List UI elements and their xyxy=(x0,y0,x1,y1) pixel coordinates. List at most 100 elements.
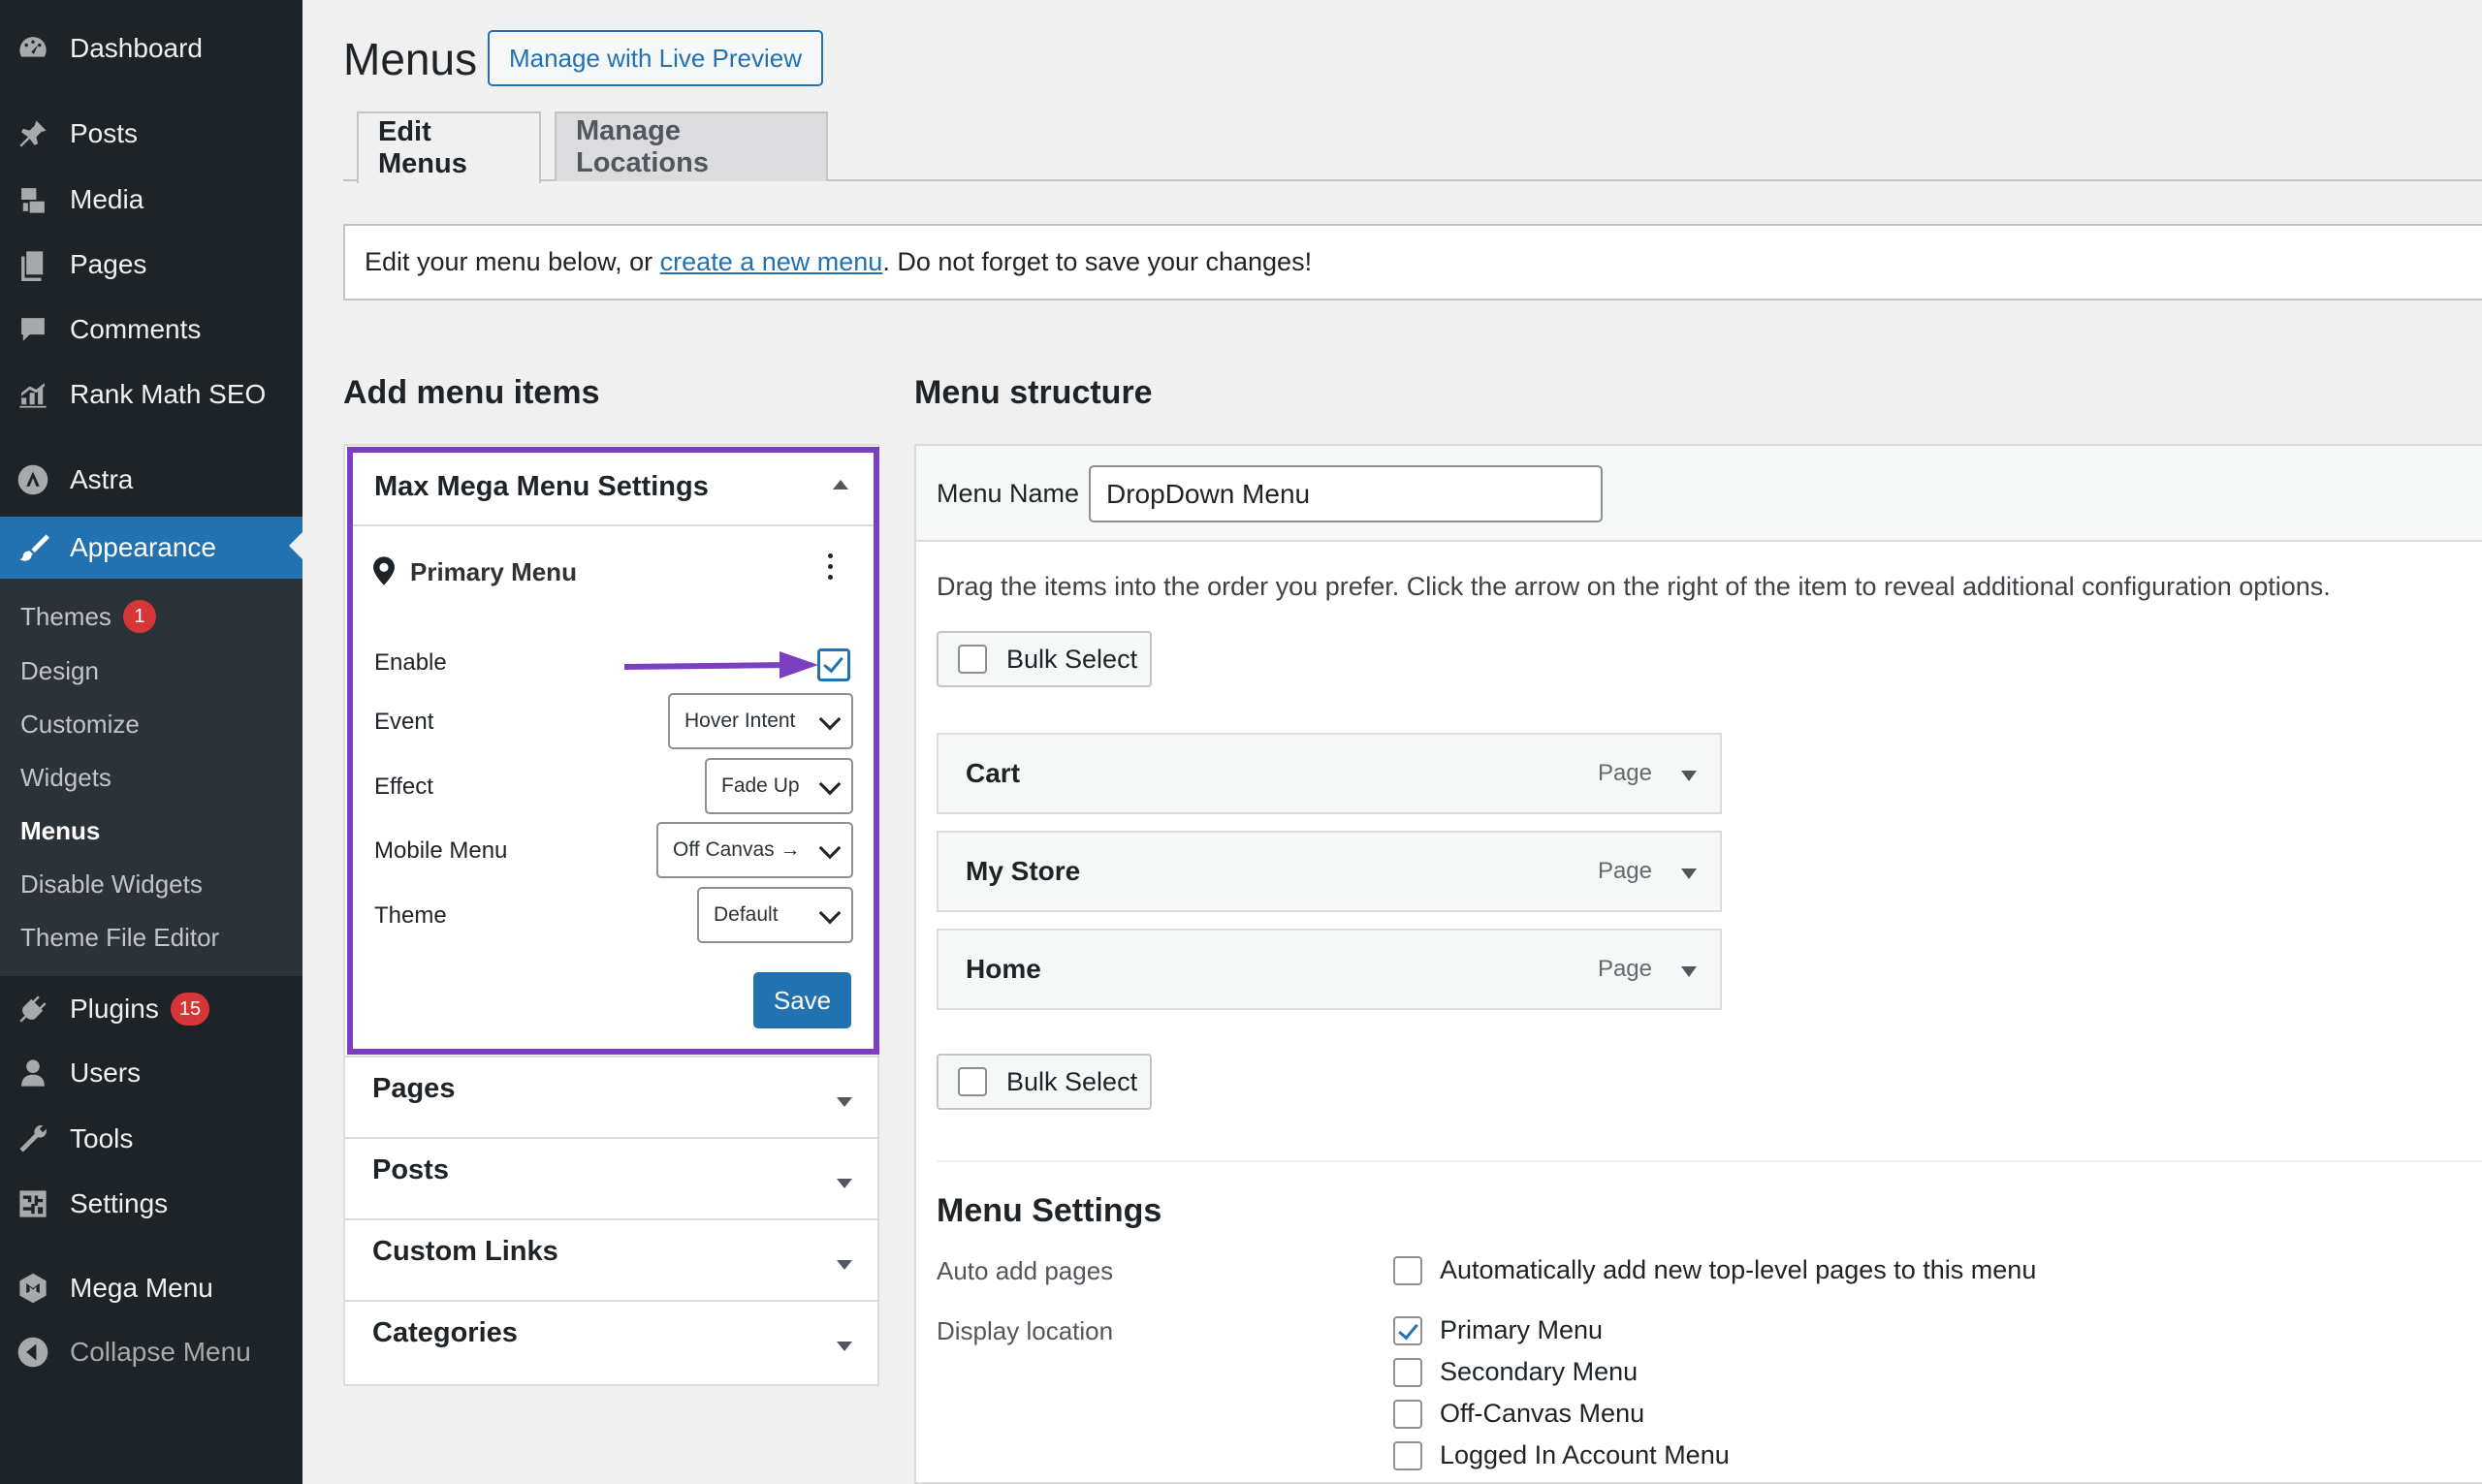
sidebar-item-label: Mega Menu xyxy=(70,1273,213,1303)
sidebar-item-comments[interactable]: Comments xyxy=(0,300,302,359)
sidebar-item-label: Posts xyxy=(70,118,139,148)
chevron-down-icon[interactable] xyxy=(837,1179,852,1188)
bulk-select-top[interactable]: Bulk Select xyxy=(937,631,1152,687)
location-checkbox[interactable] xyxy=(1393,1315,1422,1345)
user-icon xyxy=(16,1056,50,1090)
more-options-icon[interactable] xyxy=(828,553,834,583)
event-select[interactable]: Hover Intent xyxy=(668,693,853,749)
menu-item-home[interactable]: Home Page xyxy=(937,929,1722,1010)
collapse-menu-button[interactable]: Collapse Menu xyxy=(0,1323,302,1381)
expand-arrow-icon[interactable] xyxy=(1681,868,1697,879)
submenu-label: Widgets xyxy=(20,763,111,792)
auto-add-pages-label: Auto add pages xyxy=(937,1256,1114,1285)
location-checkbox[interactable] xyxy=(1393,1399,1422,1429)
expand-arrow-icon[interactable] xyxy=(1681,966,1697,977)
max-mega-menu-settings-panel: Max Mega Menu Settings Primary Menu Enab… xyxy=(347,447,879,1055)
sidebar-item-label: Users xyxy=(70,1058,142,1088)
sidebar-item-rank-math[interactable]: Rank Math SEO xyxy=(0,365,302,424)
submenu-themes[interactable]: Themes 1 xyxy=(20,600,156,633)
sidebar-item-settings[interactable]: Settings xyxy=(0,1175,302,1233)
sidebar-item-tools[interactable]: Tools xyxy=(0,1110,302,1168)
divider xyxy=(937,1160,2482,1162)
sidebar-item-astra[interactable]: Astra xyxy=(0,451,302,509)
submenu-customize[interactable]: Customize xyxy=(20,710,140,740)
bulk-select-bottom[interactable]: Bulk Select xyxy=(937,1054,1152,1110)
location-secondary-menu[interactable]: Secondary Menu xyxy=(1393,1357,1638,1387)
location-primary-menu[interactable]: Primary Menu xyxy=(1393,1315,1603,1345)
bulk-select-label: Bulk Select xyxy=(1006,1066,1138,1096)
accordion-categories[interactable]: Categories xyxy=(372,1317,518,1349)
option-label: Automatically add new top-level pages to… xyxy=(1440,1255,2037,1284)
chevron-down-icon[interactable] xyxy=(837,1260,852,1270)
chevron-down-icon[interactable] xyxy=(837,1097,852,1107)
drag-instructions: Drag the items into the order you prefer… xyxy=(937,572,2331,601)
submenu-label: Disable Widgets xyxy=(20,869,203,899)
add-menu-items-heading: Add menu items xyxy=(343,374,600,411)
divider xyxy=(345,1056,877,1058)
sidebar-item-label: Settings xyxy=(70,1188,169,1218)
location-checkbox[interactable] xyxy=(1393,1440,1422,1470)
submenu-disable-widgets[interactable]: Disable Widgets xyxy=(20,869,203,900)
sidebar-item-plugins[interactable]: Plugins 15 xyxy=(0,980,302,1038)
appearance-submenu: Themes 1 Design Customize Widgets Menus D… xyxy=(0,579,302,976)
auto-add-checkbox[interactable] xyxy=(1393,1255,1422,1285)
menu-item-my-store[interactable]: My Store Page xyxy=(937,831,1722,912)
accordion-pages[interactable]: Pages xyxy=(372,1073,455,1105)
sidebar-item-users[interactable]: Users xyxy=(0,1044,302,1102)
tab-edit-menus[interactable]: Edit Menus xyxy=(357,111,541,183)
manage-live-preview-button[interactable]: Manage with Live Preview xyxy=(488,30,824,86)
sidebar-item-label: Plugins xyxy=(70,994,159,1024)
tab-manage-locations[interactable]: Manage Locations xyxy=(555,111,828,181)
submenu-label: Themes xyxy=(20,601,111,631)
sidebar-item-dashboard[interactable]: Dashboard xyxy=(0,19,302,78)
sidebar-item-mega-menu[interactable]: Mega Menu xyxy=(0,1259,302,1317)
sidebar-item-label: Dashboard xyxy=(70,33,203,63)
accordion-posts[interactable]: Posts xyxy=(372,1154,449,1186)
sidebar-item-label: Collapse Menu xyxy=(70,1337,251,1367)
themes-update-badge: 1 xyxy=(122,600,156,633)
arrow-pointer-icon xyxy=(624,651,818,679)
submenu-theme-file-editor[interactable]: Theme File Editor xyxy=(20,923,219,953)
select-value: Fade Up xyxy=(721,774,800,797)
mmm-save-button[interactable]: Save xyxy=(753,972,851,1028)
option-label: Primary Menu xyxy=(1440,1315,1604,1344)
sidebar-item-pages[interactable]: Pages xyxy=(0,236,302,294)
location-checkbox[interactable] xyxy=(1393,1357,1422,1387)
submenu-widgets[interactable]: Widgets xyxy=(20,763,111,793)
chevron-down-icon[interactable] xyxy=(837,1342,852,1351)
sidebar-item-label: Comments xyxy=(70,314,202,344)
bulk-select-checkbox[interactable] xyxy=(958,645,987,674)
menu-name-bar: Menu Name DropDown Menu xyxy=(916,446,2482,542)
chart-icon xyxy=(16,377,50,412)
submenu-menus[interactable]: Menus xyxy=(20,816,100,846)
accordion-custom-links[interactable]: Custom Links xyxy=(372,1236,558,1268)
expand-arrow-icon[interactable] xyxy=(1681,771,1697,781)
sidebar-item-appearance[interactable]: Appearance xyxy=(0,517,302,579)
effect-select[interactable]: Fade Up xyxy=(705,758,853,814)
menu-name-input[interactable]: DropDown Menu xyxy=(1089,465,1603,522)
sidebar-item-label: Tools xyxy=(70,1123,134,1153)
menu-item-cart[interactable]: Cart Page xyxy=(937,733,1722,814)
mmm-settings-title[interactable]: Max Mega Menu Settings xyxy=(374,471,709,503)
auto-add-pages-option[interactable]: Automatically add new top-level pages to… xyxy=(1393,1255,2036,1285)
location-logged-in-account-menu[interactable]: Logged In Account Menu xyxy=(1393,1440,1730,1470)
theme-select[interactable]: Default xyxy=(697,887,853,943)
chevron-down-icon xyxy=(818,837,842,860)
chevron-up-icon[interactable] xyxy=(833,480,848,489)
create-new-menu-link[interactable]: create a new menu xyxy=(660,247,883,277)
sidebar-item-media[interactable]: Media xyxy=(0,171,302,229)
location-pin-icon xyxy=(373,556,395,585)
select-value: Hover Intent xyxy=(684,710,796,732)
sidebar-item-label: Astra xyxy=(70,464,134,494)
bulk-select-checkbox[interactable] xyxy=(958,1067,987,1096)
event-label: Event xyxy=(374,709,434,735)
plugins-update-badge: 15 xyxy=(170,993,210,1026)
menu-item-title: Cart xyxy=(966,758,1021,788)
sidebar-item-posts[interactable]: Posts xyxy=(0,105,302,163)
enable-checkbox[interactable] xyxy=(817,648,850,681)
location-off-canvas-menu[interactable]: Off-Canvas Menu xyxy=(1393,1399,1644,1429)
menu-item-title: Home xyxy=(966,954,1041,984)
mobile-menu-select[interactable]: Off Canvas → xyxy=(656,822,853,878)
submenu-design[interactable]: Design xyxy=(20,656,99,686)
edit-notice: Edit your menu below, or create a new me… xyxy=(343,224,2482,300)
